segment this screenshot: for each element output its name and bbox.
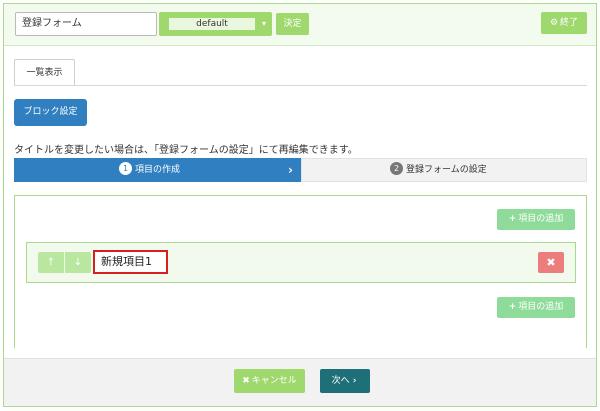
step-number: 2 [390,162,403,175]
item-row: ↑ ↓ 新規項目1 ✖ [26,242,576,283]
arrow-up-icon: ↑ [46,257,56,268]
gear-icon: ⚙ [549,18,559,28]
step-form-settings[interactable]: 2 登録フォームの設定 [301,158,587,182]
plus-icon: + [508,214,517,224]
move-down-button[interactable]: ↓ [65,252,91,273]
form-title-input[interactable]: 登録フォーム [15,12,157,36]
item-panel: + 項目の追加 ↑ ↓ 新規項目1 ✖ + 項目の追加 [14,195,587,348]
step-label: 項目の作成 [135,165,181,175]
move-up-button[interactable]: ↑ [38,252,64,273]
close-icon: ✖ [546,256,556,269]
hint-text: タイトルを変更したい場合は、「登録フォームの設定」にて再編集できます。 [14,145,358,156]
chevron-down-icon: ▾ [261,19,266,28]
delete-item-button[interactable]: ✖ [538,252,564,273]
step-create-items[interactable]: 1 項目の作成 › [14,158,301,182]
next-button[interactable]: 次へ › [320,369,370,393]
step-label: 登録フォームの設定 [406,165,487,175]
cancel-button-label: キャンセル [251,376,297,386]
header-bar: 登録フォーム default ▾ 決定 ⚙ 終了 [4,4,596,46]
block-settings-button[interactable]: ブロック設定 [14,99,87,126]
arrow-down-icon: ↓ [73,257,83,268]
step-number: 1 [119,162,132,175]
chevron-right-icon: › [288,163,293,177]
footer-bar: ✖ キャンセル 次へ › [4,358,596,406]
next-button-label: 次へ [331,376,350,386]
form-editor-frame: 登録フォーム default ▾ 決定 ⚙ 終了 一覧表示 ブロック設定 タイトル… [3,3,597,407]
close-icon: ✖ [242,376,250,386]
add-item-button-bottom[interactable]: + 項目の追加 [497,297,575,318]
template-select[interactable]: default ▾ [159,12,272,36]
cancel-button[interactable]: ✖ キャンセル [234,369,305,393]
add-item-label: 項目の追加 [518,214,564,224]
plus-icon: + [508,302,517,312]
exit-button[interactable]: ⚙ 終了 [541,12,587,34]
tab-list-view[interactable]: 一覧表示 [14,59,75,86]
item-name-field[interactable]: 新規項目1 [93,250,168,274]
chevron-right-icon: › [349,376,357,386]
add-item-button-top[interactable]: + 項目の追加 [497,209,575,230]
add-item-label: 項目の追加 [518,302,564,312]
template-select-value: default [169,18,255,30]
tab-divider [14,85,587,86]
exit-button-label: 終了 [560,18,579,28]
decide-button[interactable]: 決定 [276,13,309,35]
